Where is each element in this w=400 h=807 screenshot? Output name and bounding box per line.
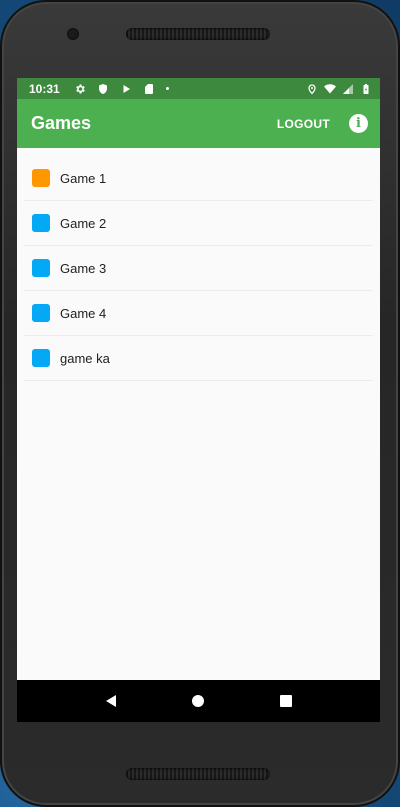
shield-icon — [98, 83, 107, 94]
game-label: Game 1 — [60, 170, 107, 186]
game-color-swatch — [32, 304, 50, 322]
info-icon[interactable]: i — [349, 114, 368, 133]
navigation-bar — [17, 680, 380, 722]
game-color-swatch — [32, 214, 50, 232]
sd-card-icon — [144, 83, 153, 94]
page-title: Games — [31, 113, 92, 133]
front-camera — [67, 28, 79, 40]
game-color-swatch — [32, 169, 50, 187]
recents-icon[interactable] — [271, 686, 301, 716]
gear-icon — [75, 84, 85, 93]
back-icon[interactable] — [96, 686, 126, 716]
list-item-game-4[interactable]: Game 4 — [24, 291, 373, 336]
device-screen: 10:31 Games LOGOUT i Game 1 Game 2 Game … — [17, 78, 380, 722]
earpiece-speaker — [126, 28, 270, 40]
game-label: Game 4 — [60, 305, 107, 321]
game-label: Game 3 — [60, 260, 107, 276]
logout-button[interactable]: LOGOUT — [277, 117, 330, 131]
list-item-game-1[interactable]: Game 1 — [24, 156, 373, 201]
location-icon — [308, 83, 316, 94]
signal-icon — [343, 83, 353, 94]
status-time: 10:31 — [29, 81, 60, 96]
bottom-speaker — [126, 768, 270, 780]
battery-icon — [363, 83, 369, 94]
play-icon — [123, 84, 130, 93]
home-icon[interactable] — [183, 686, 213, 716]
status-notification-icons — [74, 83, 169, 95]
list-item-game-ka[interactable]: game ka — [24, 336, 373, 381]
app-bar: Games LOGOUT i — [17, 99, 380, 148]
phone-frame: 10:31 Games LOGOUT i Game 1 Game 2 Game … — [0, 0, 400, 807]
games-list: Game 1 Game 2 Game 3 Game 4 game ka — [24, 156, 373, 381]
status-system-icons — [306, 83, 372, 95]
dot-icon — [165, 87, 169, 90]
game-color-swatch — [32, 349, 50, 367]
list-item-game-3[interactable]: Game 3 — [24, 246, 373, 291]
list-item-game-2[interactable]: Game 2 — [24, 201, 373, 246]
game-label: game ka — [60, 350, 110, 366]
phone-top-bezel — [0, 0, 400, 78]
wifi-icon — [324, 83, 336, 93]
game-color-swatch — [32, 259, 50, 277]
status-bar: 10:31 — [17, 78, 380, 99]
game-label: Game 2 — [60, 215, 107, 231]
